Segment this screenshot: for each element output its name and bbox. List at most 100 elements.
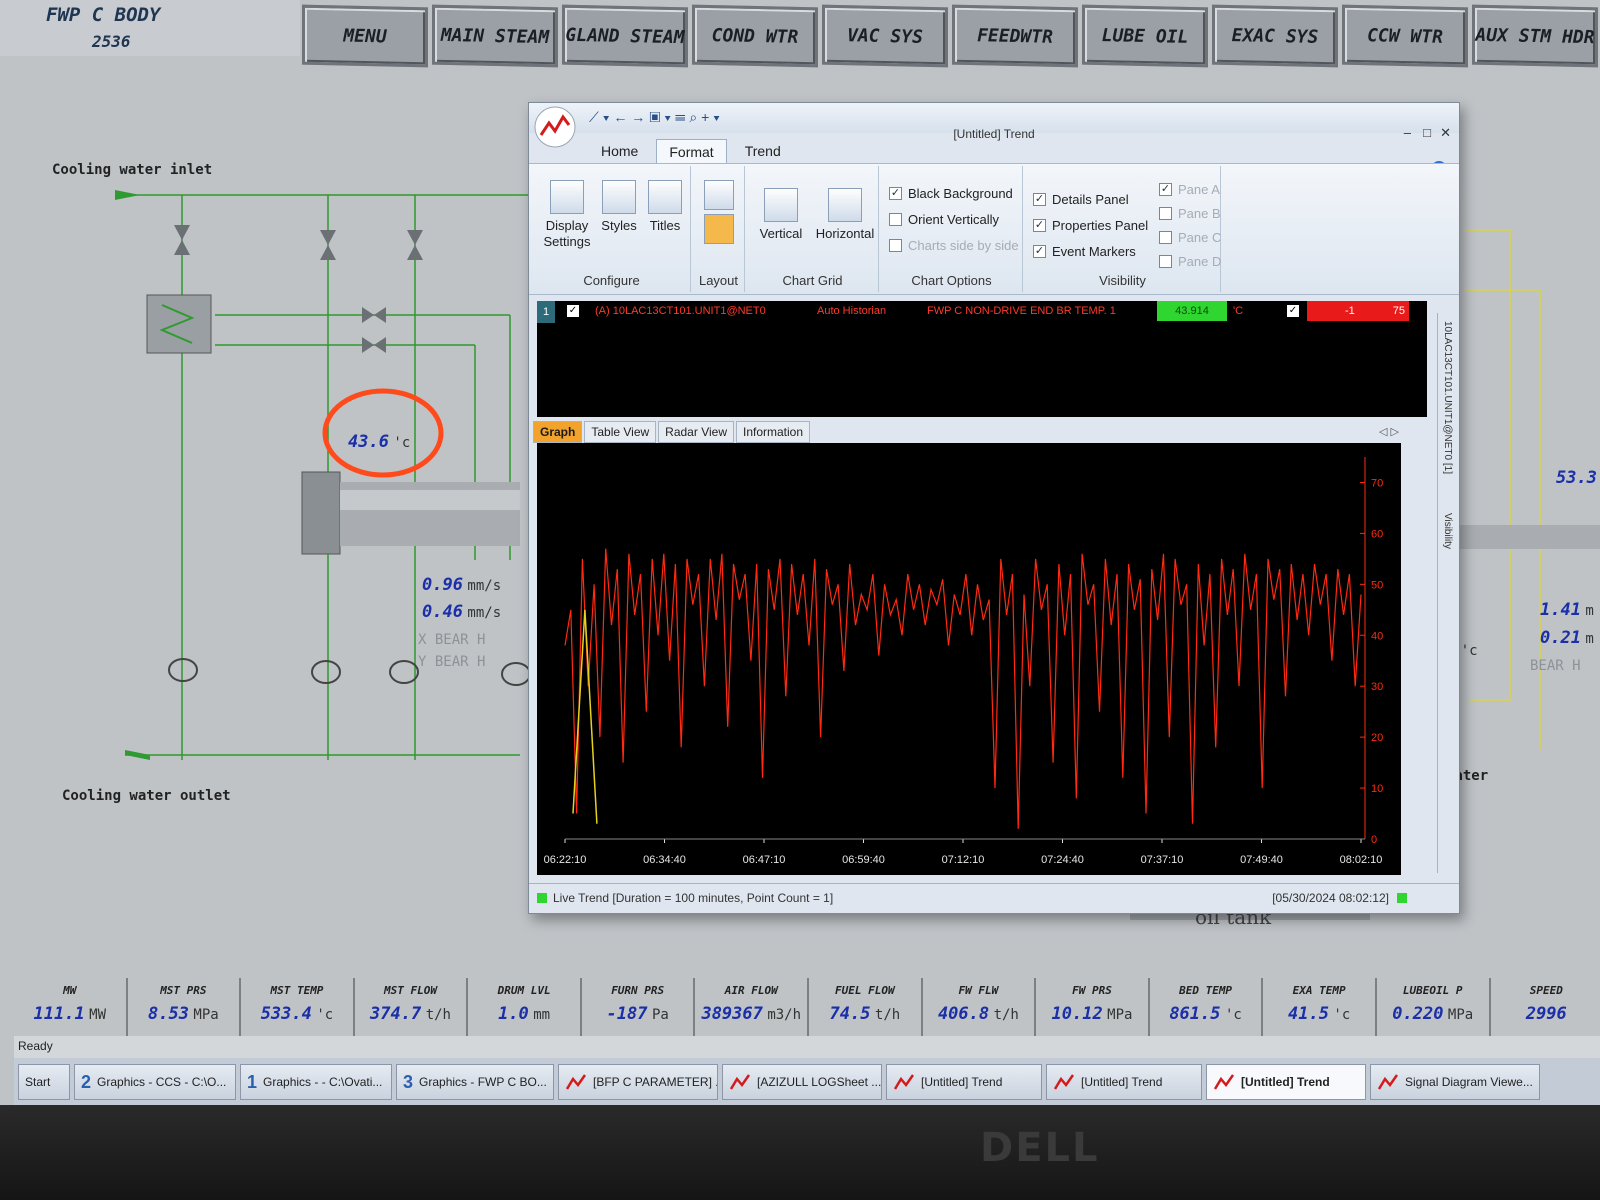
- details-panel-checkbox[interactable]: ✓ Details Panel: [1033, 192, 1129, 207]
- param-fw-prs[interactable]: FW PRS 10.12 MPa: [1036, 978, 1150, 1036]
- param-mw[interactable]: MW 111.1 MW: [14, 978, 128, 1036]
- y-bear-label: Y BEAR H: [418, 654, 486, 670]
- tab-radar-view[interactable]: Radar View: [658, 421, 734, 443]
- param-value: -187: [606, 1004, 648, 1024]
- point-visible-checkbox[interactable]: ✓: [567, 305, 579, 317]
- orient-vertically-checkbox[interactable]: Orient Vertically: [889, 212, 999, 227]
- right-vib1-readout[interactable]: 1.41 m: [1540, 600, 1594, 620]
- taskbar-item[interactable]: 3 Graphics - FWP C BO...: [396, 1064, 554, 1100]
- properties-panel-checkbox[interactable]: ✓ Properties Panel: [1033, 218, 1148, 233]
- tab-graph[interactable]: Graph: [533, 421, 583, 443]
- nav-ccw-wtr-button[interactable]: CCW WTR: [1342, 4, 1468, 68]
- nav-menu-button[interactable]: MENU: [302, 4, 428, 68]
- visibility-group: ✓ Details Panel ✓ Properties Panel ✓ Eve…: [1025, 166, 1221, 292]
- maximize-icon[interactable]: □: [1423, 125, 1431, 140]
- taskbar-item[interactable]: Signal Diagram Viewe...: [1370, 1064, 1540, 1100]
- param-fuel-flow[interactable]: FUEL FLOW 74.5 t/h: [809, 978, 923, 1036]
- layout-button[interactable]: [701, 180, 737, 248]
- titles-button[interactable]: Titles: [643, 180, 687, 234]
- tab-table-view[interactable]: Table View: [584, 421, 657, 443]
- param-air-flow[interactable]: AIR FLOW 389367 m3/h: [695, 978, 810, 1036]
- close-icon[interactable]: ✕: [1440, 125, 1451, 141]
- pane-b-checkbox[interactable]: Pane B: [1159, 206, 1221, 221]
- param-label: LUBEOIL P: [1402, 984, 1463, 997]
- taskbar-item[interactable]: [Untitled] Trend: [1046, 1064, 1202, 1100]
- trend-chart[interactable]: 0 10 20 30 40 50 60 70 06:22:10 06:34:40 06:47:10 0…: [537, 443, 1401, 875]
- pane-c-checkbox[interactable]: Pane C: [1159, 230, 1221, 245]
- taskbar-item[interactable]: [AZIZULL LOGSheet ...: [722, 1064, 882, 1100]
- taskbar-item[interactable]: 1 Graphics - - C:\Ovati...: [240, 1064, 392, 1100]
- visibility-side-panel[interactable]: 10LAC13CT101.UNIT1@NET0 [1] Visibility: [1437, 313, 1459, 873]
- checked-icon: ✓: [1033, 193, 1046, 206]
- param-readout: 861.5 'c: [1150, 1004, 1262, 1024]
- x-tick-label: 07:24:40: [1041, 854, 1084, 866]
- param-drum-lvl[interactable]: DRUM LVL 1.0 mm: [468, 978, 582, 1036]
- quick-access-toolbar[interactable]: ⟋ ▾ ← → ▣ ▾ ☰ ⌕ + ▾: [589, 109, 720, 126]
- param-label: FURN PRS: [611, 984, 665, 997]
- param-fw-flw[interactable]: FW FLW 406.8 t/h: [923, 978, 1037, 1036]
- nav-aux-stm-hdr-button[interactable]: AUX STM HDR: [1472, 4, 1598, 68]
- nav-feedwtr-button[interactable]: FEEDWTR: [952, 4, 1078, 68]
- y-tick-label: 40: [1371, 630, 1383, 642]
- page-title-block: FWP C BODY 2536: [0, 0, 300, 56]
- param-readout: 389367 m3/h: [695, 1004, 807, 1024]
- tab-trend[interactable]: Trend: [733, 139, 793, 164]
- param-readout: 533.4 'c: [241, 1004, 353, 1024]
- nav-exac-sys-button[interactable]: EXAC SYS: [1212, 4, 1338, 68]
- black-background-checkbox[interactable]: ✓ Black Background: [889, 186, 1013, 201]
- param-bed-temp[interactable]: BED TEMP 861.5 'c: [1150, 978, 1264, 1036]
- tab-information[interactable]: Information: [735, 421, 811, 443]
- param-furn-prs[interactable]: FURN PRS -187 Pa: [582, 978, 696, 1036]
- vib-x-readout[interactable]: 0.96 mm/s: [422, 575, 501, 595]
- nav-lube-oil-button[interactable]: LUBE OIL: [1082, 4, 1208, 68]
- taskbar-item[interactable]: [Untitled] Trend: [886, 1064, 1042, 1100]
- param-mst-prs[interactable]: MST PRS 8.53 MPa: [128, 978, 242, 1036]
- task-number: 3: [403, 1071, 414, 1092]
- styles-button[interactable]: Styles: [597, 180, 641, 234]
- point-scale-checkbox[interactable]: ✓: [1287, 305, 1299, 317]
- charts-side-by-side-checkbox[interactable]: Charts side by side: [889, 238, 1019, 253]
- vib-y-value: 0.46: [422, 602, 463, 622]
- param-exa-temp[interactable]: EXA TEMP 41.5 'c: [1263, 978, 1377, 1036]
- start-button[interactable]: Start: [18, 1064, 70, 1100]
- page-subtitle: 2536: [92, 32, 131, 51]
- param-label: AIR FLOW: [724, 984, 778, 997]
- bearing-temp-readout[interactable]: 43.6 'c: [348, 432, 410, 452]
- outlet-arrow-icon: [125, 750, 150, 760]
- param-readout: 74.5 t/h: [809, 1004, 921, 1024]
- param-value: 406.8: [937, 1004, 990, 1024]
- vib-y-readout[interactable]: 0.46 mm/s: [422, 602, 501, 622]
- nav-vac-sys-button[interactable]: VAC SYS: [822, 4, 948, 68]
- tab-format[interactable]: Format: [656, 139, 727, 164]
- minimize-icon[interactable]: –: [1404, 125, 1411, 140]
- nav-cond-wtr-button[interactable]: COND WTR: [692, 4, 818, 68]
- param-readout: 374.7 t/h: [355, 1004, 467, 1024]
- task-label: [Untitled] Trend: [921, 1075, 1003, 1089]
- nav-main-steam-button[interactable]: MAIN STEAM: [432, 4, 558, 68]
- param-label: EXA TEMP: [1292, 984, 1346, 997]
- pane-d-checkbox[interactable]: Pane D: [1159, 254, 1221, 269]
- right-temp-value[interactable]: 53.3: [1556, 468, 1597, 488]
- param-mst-flow[interactable]: MST FLOW 374.7 t/h: [355, 978, 469, 1036]
- vertical-grid-button[interactable]: Vertical: [751, 188, 811, 242]
- param-mst-temp[interactable]: MST TEMP 533.4 'c: [241, 978, 355, 1036]
- x-tick-label: 06:47:10: [743, 854, 786, 866]
- chart-options-group-title: Chart Options: [911, 273, 992, 288]
- param-label: FW FLW: [958, 984, 999, 997]
- pane-scroll-arrows-icon[interactable]: ◁ ▷: [1379, 425, 1399, 438]
- right-vib2-readout[interactable]: 0.21 m: [1540, 628, 1594, 648]
- display-settings-button[interactable]: Display Settings: [539, 180, 595, 250]
- horizontal-grid-button[interactable]: Horizontal: [813, 188, 877, 242]
- trend-point-row[interactable]: 1 ✓ (A) 10LAC13CT101.UNIT1@NET0 Auto His…: [537, 301, 1427, 323]
- tab-home[interactable]: Home: [589, 139, 650, 164]
- param-lubeoil-p[interactable]: LUBEOIL P 0.220 MPa: [1377, 978, 1491, 1036]
- taskbar-item[interactable]: [Untitled] Trend: [1206, 1064, 1366, 1100]
- trend-icon: [729, 1074, 751, 1090]
- taskbar-item[interactable]: 2 Graphics - CCS - C:\O...: [74, 1064, 236, 1100]
- taskbar-item[interactable]: [BFP C PARAMETER] ...: [558, 1064, 718, 1100]
- param-speed[interactable]: SPEED 2996: [1491, 978, 1600, 1036]
- pane-a-checkbox[interactable]: ✓ Pane A: [1159, 182, 1220, 197]
- event-markers-checkbox[interactable]: ✓ Event Markers: [1033, 244, 1136, 259]
- nav-gland-steam-button[interactable]: GLAND STEAM: [562, 4, 688, 68]
- param-unit: Pa: [651, 1007, 669, 1023]
